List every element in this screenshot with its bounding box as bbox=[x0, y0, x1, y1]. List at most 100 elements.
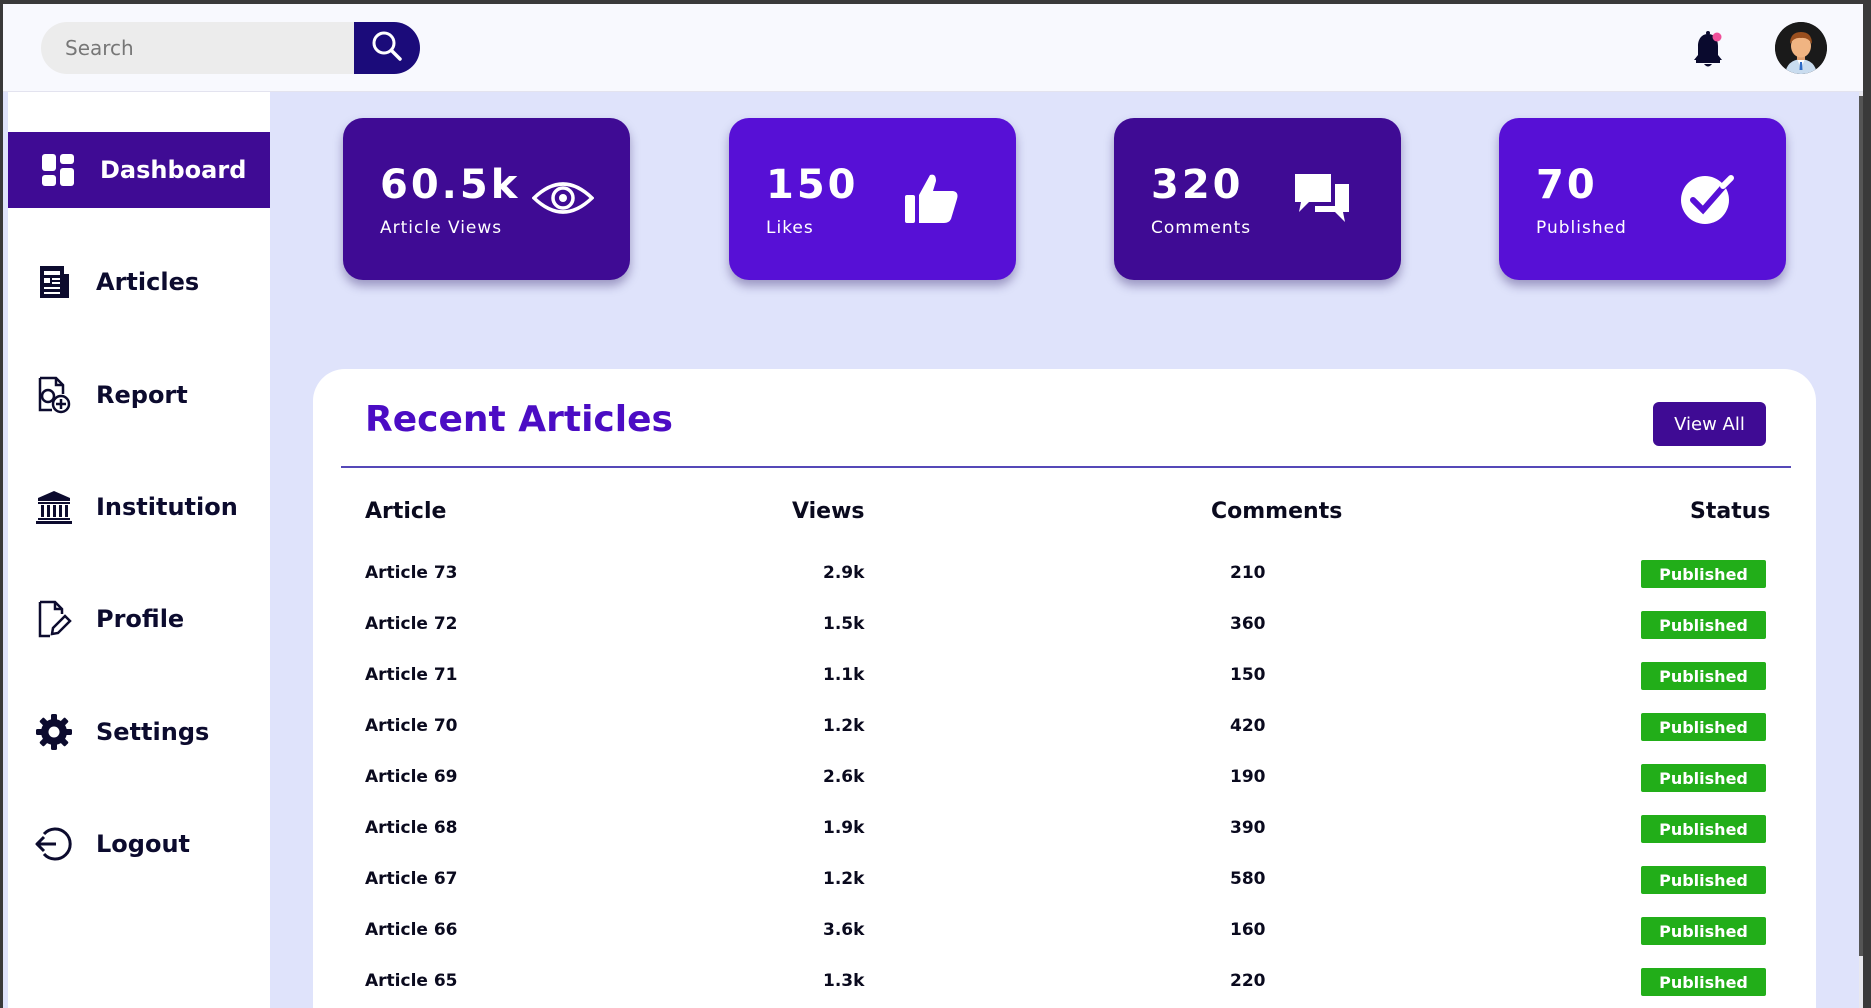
stat-label: Article Views bbox=[380, 218, 503, 238]
thumbs-up-icon bbox=[899, 166, 963, 230]
article-name[interactable]: Article 68 bbox=[365, 818, 458, 838]
app-window: Dashboard Articles bbox=[3, 4, 1863, 1008]
search-button[interactable] bbox=[354, 22, 420, 74]
article-name[interactable]: Article 65 bbox=[365, 971, 458, 991]
sidebar-item-label: Articles bbox=[96, 268, 200, 296]
table-row[interactable]: Article 66 3.6k 160 Published bbox=[313, 912, 1816, 952]
article-views: 1.5k bbox=[823, 614, 865, 634]
view-all-button[interactable]: View All bbox=[1653, 402, 1766, 446]
profile-icon bbox=[34, 599, 74, 639]
status-badge: Published bbox=[1641, 968, 1766, 996]
article-comments: 150 bbox=[1230, 665, 1266, 685]
article-views: 1.2k bbox=[823, 869, 865, 889]
article-views: 3.6k bbox=[823, 920, 865, 940]
status-badge: Published bbox=[1641, 866, 1766, 894]
sidebar-item-articles[interactable]: Articles bbox=[8, 244, 270, 320]
table-row[interactable]: Article 68 1.9k 390 Published bbox=[313, 810, 1816, 850]
sidebar-item-report[interactable]: Report bbox=[8, 357, 270, 433]
table-row[interactable]: Article 65 1.3k 220 Published bbox=[313, 963, 1816, 1003]
stat-value: 150 bbox=[766, 162, 859, 208]
column-header-status[interactable]: Status bbox=[1690, 499, 1770, 524]
sidebar-item-logout[interactable]: Logout bbox=[8, 806, 270, 882]
column-header-views[interactable]: Views bbox=[792, 499, 865, 524]
article-comments: 210 bbox=[1230, 563, 1266, 583]
article-name[interactable]: Article 71 bbox=[365, 665, 458, 685]
search-icon bbox=[371, 30, 403, 66]
article-views: 2.9k bbox=[823, 563, 865, 583]
article-comments: 160 bbox=[1230, 920, 1266, 940]
stat-label: Likes bbox=[766, 218, 814, 238]
stat-value: 320 bbox=[1151, 162, 1244, 208]
articles-icon bbox=[34, 262, 74, 302]
gear-icon bbox=[34, 712, 74, 752]
scroll-thumb[interactable] bbox=[1859, 96, 1863, 956]
article-comments: 420 bbox=[1230, 716, 1266, 736]
status-badge: Published bbox=[1641, 815, 1766, 843]
status-badge: Published bbox=[1641, 662, 1766, 690]
article-name[interactable]: Article 67 bbox=[365, 869, 458, 889]
article-views: 1.2k bbox=[823, 716, 865, 736]
scrollbar[interactable] bbox=[1859, 92, 1863, 1008]
status-badge: Published bbox=[1641, 713, 1766, 741]
stat-card-article-views[interactable]: 60.5k Article Views bbox=[343, 118, 630, 280]
status-badge: Published bbox=[1641, 764, 1766, 792]
article-comments: 360 bbox=[1230, 614, 1266, 634]
stat-value: 70 bbox=[1536, 162, 1598, 208]
column-header-article[interactable]: Article bbox=[365, 499, 446, 524]
recent-articles-panel: Recent Articles View All Article Views C… bbox=[313, 369, 1816, 1008]
sidebar-item-profile[interactable]: Profile bbox=[8, 581, 270, 657]
table-row[interactable]: Article 71 1.1k 150 Published bbox=[313, 657, 1816, 697]
table-row[interactable]: Article 73 2.9k 210 Published bbox=[313, 555, 1816, 595]
sidebar-item-label: Report bbox=[96, 381, 188, 409]
logout-icon bbox=[34, 824, 74, 864]
stat-card-published[interactable]: 70 Published bbox=[1499, 118, 1786, 280]
top-header bbox=[3, 4, 1863, 92]
stat-card-likes[interactable]: 150 Likes bbox=[729, 118, 1016, 280]
sidebar-item-settings[interactable]: Settings bbox=[8, 694, 270, 770]
article-name[interactable]: Article 70 bbox=[365, 716, 458, 736]
search-bar bbox=[41, 22, 420, 74]
user-avatar[interactable] bbox=[1775, 22, 1827, 74]
sidebar: Dashboard Articles Report Institution Pr… bbox=[8, 92, 270, 1008]
stat-value: 60.5k bbox=[380, 162, 521, 208]
bell-icon[interactable] bbox=[1691, 30, 1725, 70]
article-name[interactable]: Article 66 bbox=[365, 920, 458, 940]
stat-label: Comments bbox=[1151, 218, 1252, 238]
table-row[interactable]: Article 69 2.6k 190 Published bbox=[313, 759, 1816, 799]
table-row[interactable]: Article 72 1.5k 360 Published bbox=[313, 606, 1816, 646]
sidebar-item-label: Logout bbox=[96, 830, 191, 858]
sidebar-item-label: Profile bbox=[96, 605, 185, 633]
table-row[interactable]: Article 70 1.2k 420 Published bbox=[313, 708, 1816, 748]
sidebar-item-label: Institution bbox=[96, 493, 238, 521]
article-name[interactable]: Article 73 bbox=[365, 563, 458, 583]
article-name[interactable]: Article 69 bbox=[365, 767, 458, 787]
status-badge: Published bbox=[1641, 917, 1766, 945]
article-views: 1.9k bbox=[823, 818, 865, 838]
article-views: 1.3k bbox=[823, 971, 865, 991]
institution-icon bbox=[34, 487, 74, 527]
report-icon bbox=[34, 375, 74, 415]
sidebar-item-dashboard[interactable]: Dashboard bbox=[8, 132, 270, 208]
article-name[interactable]: Article 72 bbox=[365, 614, 458, 634]
divider bbox=[341, 466, 1791, 468]
check-circle-icon bbox=[1675, 166, 1739, 230]
article-comments: 190 bbox=[1230, 767, 1266, 787]
column-header-comments[interactable]: Comments bbox=[1211, 499, 1342, 524]
panel-title: Recent Articles bbox=[365, 399, 673, 440]
article-comments: 220 bbox=[1230, 971, 1266, 991]
sidebar-item-label: Settings bbox=[96, 718, 210, 746]
comments-icon bbox=[1290, 166, 1354, 230]
stat-label: Published bbox=[1536, 218, 1627, 238]
dashboard-icon bbox=[38, 150, 78, 190]
article-views: 1.1k bbox=[823, 665, 865, 685]
article-comments: 390 bbox=[1230, 818, 1266, 838]
article-comments: 580 bbox=[1230, 869, 1266, 889]
article-views: 2.6k bbox=[823, 767, 865, 787]
stat-card-comments[interactable]: 320 Comments bbox=[1114, 118, 1401, 280]
eye-icon bbox=[531, 166, 595, 230]
status-badge: Published bbox=[1641, 560, 1766, 588]
sidebar-item-institution[interactable]: Institution bbox=[8, 469, 270, 545]
search-input[interactable] bbox=[41, 22, 354, 74]
status-badge: Published bbox=[1641, 611, 1766, 639]
table-row[interactable]: Article 67 1.2k 580 Published bbox=[313, 861, 1816, 901]
